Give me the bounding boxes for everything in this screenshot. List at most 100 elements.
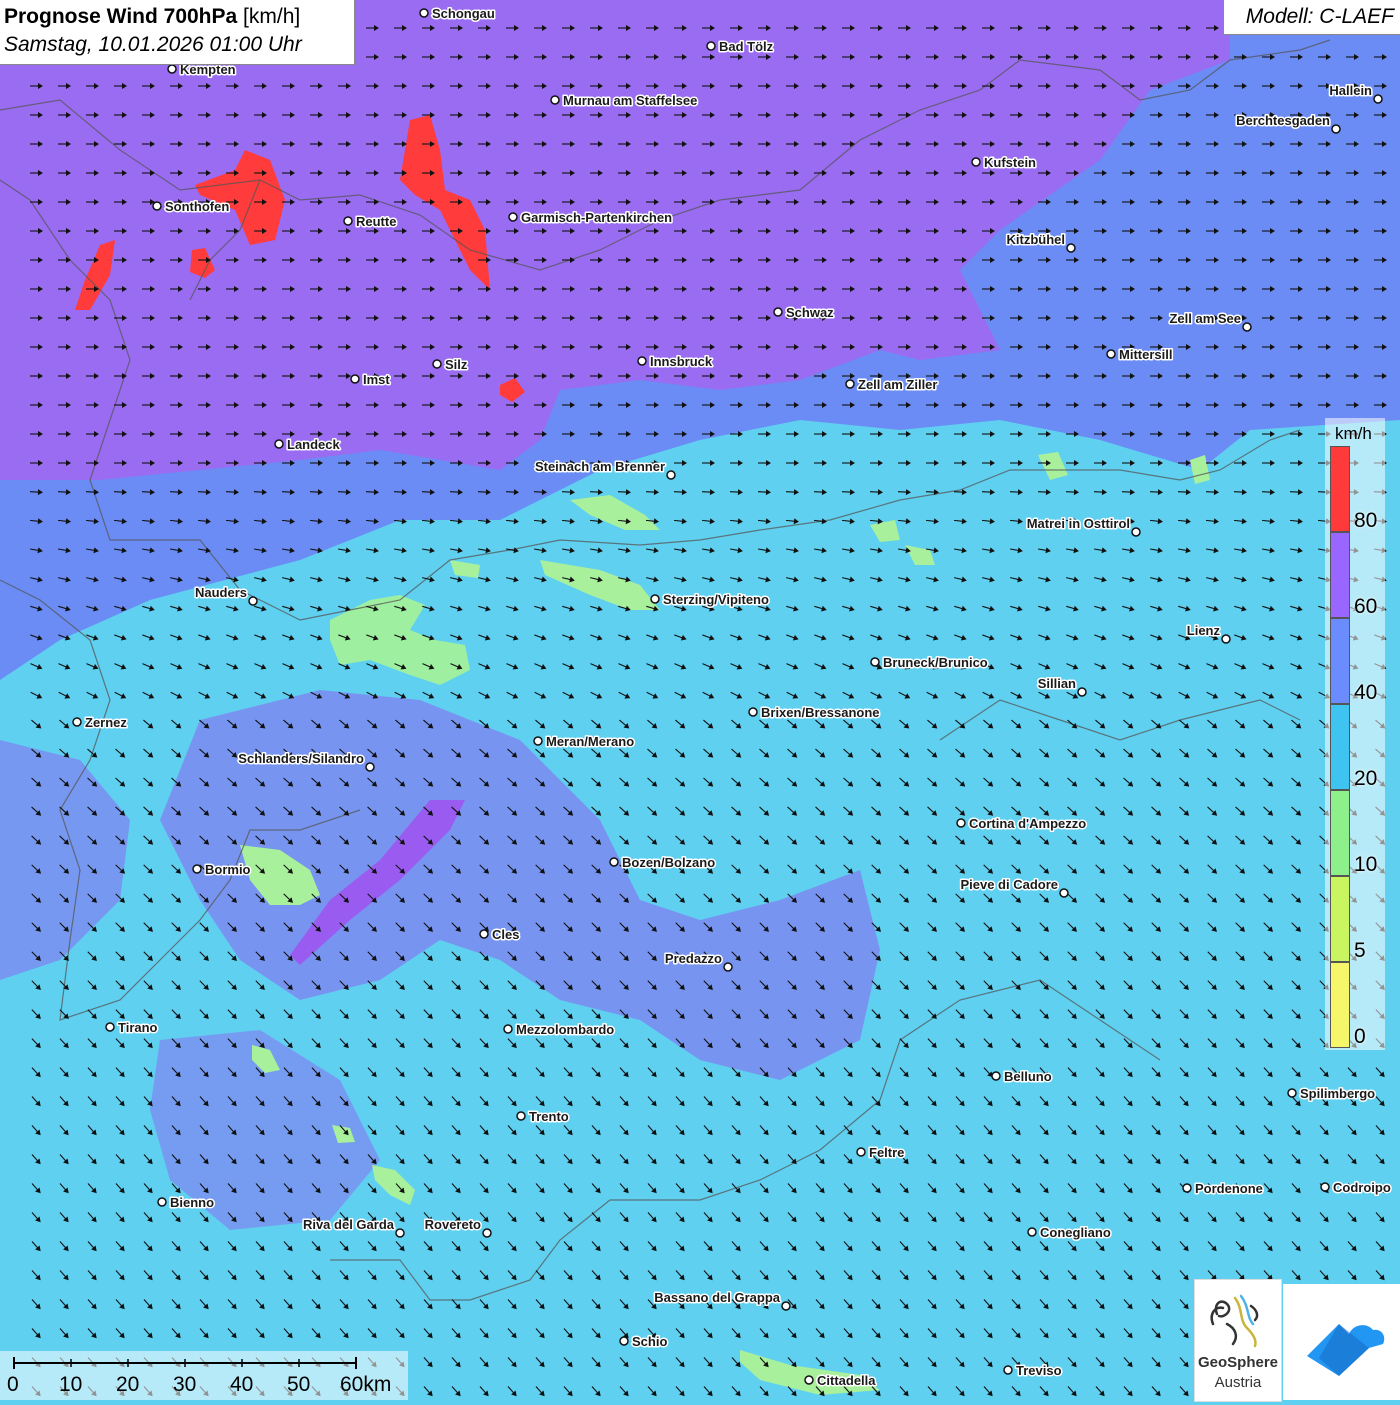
scale-label-20: 20 <box>116 1373 139 1397</box>
city-label: Cles <box>492 927 519 942</box>
city-dot <box>153 202 161 210</box>
city-marker: Cortina d'Ampezzo <box>957 816 1086 831</box>
city-dot <box>351 375 359 383</box>
city-marker: Spilimbergo <box>1288 1086 1375 1101</box>
legend-tick-80: 80 <box>1354 509 1377 533</box>
city-label: Murnau am Staffelsee <box>563 93 697 108</box>
legend-tick-0: 0 <box>1354 1025 1366 1049</box>
scale-bar: 0 10 20 30 40 50 60km <box>0 1351 408 1400</box>
city-label: Innsbruck <box>650 354 713 369</box>
city-marker: Innsbruck <box>638 354 713 369</box>
scale-label-60: 60km <box>340 1373 391 1397</box>
geosphere-logo[interactable]: GeoSphere Austria <box>1194 1279 1282 1402</box>
wind-map[interactable]: SchongauBad TölzKemptenMurnau am Staffel… <box>0 0 1400 1400</box>
city-dot <box>1183 1184 1191 1192</box>
city-dot <box>638 357 646 365</box>
forecast-datetime: Samstag, 10.01.2026 01:00 Uhr <box>4 33 302 57</box>
city-label: Pieve di Cadore <box>960 877 1058 892</box>
city-label: Brixen/Bressanone <box>761 705 880 720</box>
legend-color-segment <box>1330 618 1350 704</box>
city-label: Schio <box>632 1334 667 1349</box>
city-label: Treviso <box>1016 1363 1062 1378</box>
legend-tick-20: 20 <box>1354 767 1377 791</box>
city-marker: Garmisch-Partenkirchen <box>509 210 672 225</box>
city-marker: Sterzing/Vipiteno <box>651 592 769 607</box>
city-label: Landeck <box>287 437 341 452</box>
city-label: Kufstein <box>984 155 1036 170</box>
city-dot <box>1132 528 1140 536</box>
city-dot <box>1028 1228 1036 1236</box>
city-dot <box>158 1198 166 1206</box>
city-label: Matrei in Osttirol <box>1027 516 1130 531</box>
legend-tick-40: 40 <box>1354 681 1377 705</box>
cloud-app-icon <box>1283 1284 1400 1400</box>
city-label: Spilimbergo <box>1300 1086 1375 1101</box>
city-label: Reutte <box>356 214 396 229</box>
legend-unit: km/h <box>1335 424 1372 444</box>
city-dot <box>707 42 715 50</box>
city-label: Belluno <box>1004 1069 1052 1084</box>
city-label: Zell am See <box>1169 311 1241 326</box>
city-label: Sonthofen <box>165 199 229 214</box>
city-label: Berchtesgaden <box>1236 113 1330 128</box>
city-label: Conegliano <box>1040 1225 1111 1240</box>
city-dot <box>972 158 980 166</box>
city-dot <box>1004 1366 1012 1374</box>
city-dot <box>992 1072 1000 1080</box>
geosphere-logo-line2: Austria <box>1195 1374 1281 1391</box>
city-label: Riva del Garda <box>303 1217 395 1232</box>
city-marker: Schongau <box>420 6 495 21</box>
city-marker: Conegliano <box>1028 1225 1111 1240</box>
city-label: Hallein <box>1329 83 1372 98</box>
legend-color-segment <box>1330 962 1350 1048</box>
city-marker: Bruneck/Brunico <box>871 655 988 670</box>
map-title-main: Prognose Wind 700hPa <box>4 5 237 28</box>
legend-tick-10: 10 <box>1354 853 1377 877</box>
scale-label-50: 50 <box>287 1373 310 1397</box>
legend-color-segment <box>1330 876 1350 962</box>
city-marker: Murnau am Staffelsee <box>551 93 697 108</box>
city-dot <box>275 440 283 448</box>
legend-tick-60: 60 <box>1354 595 1377 619</box>
city-dot <box>366 763 374 771</box>
city-label: Mezzolombardo <box>516 1022 614 1037</box>
city-label: Meran/Merano <box>546 734 634 749</box>
city-dot <box>957 819 965 827</box>
legend-color-segment <box>1330 704 1350 790</box>
scale-label-30: 30 <box>173 1373 196 1397</box>
city-marker: Brixen/Bressanone <box>749 705 880 720</box>
city-label: Lienz <box>1187 623 1221 638</box>
city-dot <box>396 1229 404 1237</box>
city-label: Bad Tölz <box>719 39 774 54</box>
city-label: Silz <box>445 357 468 372</box>
city-dot <box>1222 635 1230 643</box>
city-dot <box>1067 244 1075 252</box>
city-dot <box>420 9 428 17</box>
color-legend: km/h 80 60 40 20 10 5 0 <box>1325 418 1385 1050</box>
city-label: Cittadella <box>817 1373 876 1388</box>
map-title-unit: [km/h] <box>237 5 300 28</box>
city-marker: Bozen/Bolzano <box>610 855 715 870</box>
legend-color-segment <box>1330 532 1350 618</box>
city-label: Codroipo <box>1333 1180 1391 1195</box>
model-name: Modell: C-LAEF <box>1246 5 1394 29</box>
city-label: Schwaz <box>786 305 834 320</box>
city-dot <box>620 1337 628 1345</box>
title-box: Prognose Wind 700hPa [km/h] Samstag, 10.… <box>0 0 355 65</box>
city-dot <box>724 963 732 971</box>
legend-color-segment <box>1330 790 1350 876</box>
model-box: Modell: C-LAEF <box>1223 0 1400 35</box>
app-logo[interactable] <box>1283 1284 1400 1400</box>
city-dot <box>1107 350 1115 358</box>
city-dot <box>749 708 757 716</box>
city-dot <box>1288 1089 1296 1097</box>
city-label: Predazzo <box>665 951 722 966</box>
legend-tick-5: 5 <box>1354 939 1366 963</box>
city-label: Bormio <box>205 862 251 877</box>
city-label: Bozen/Bolzano <box>622 855 715 870</box>
city-dot <box>504 1025 512 1033</box>
city-dot <box>551 96 559 104</box>
city-label: Cortina d'Ampezzo <box>969 816 1086 831</box>
city-marker: Meran/Merano <box>534 734 634 749</box>
city-label: Trento <box>529 1109 569 1124</box>
